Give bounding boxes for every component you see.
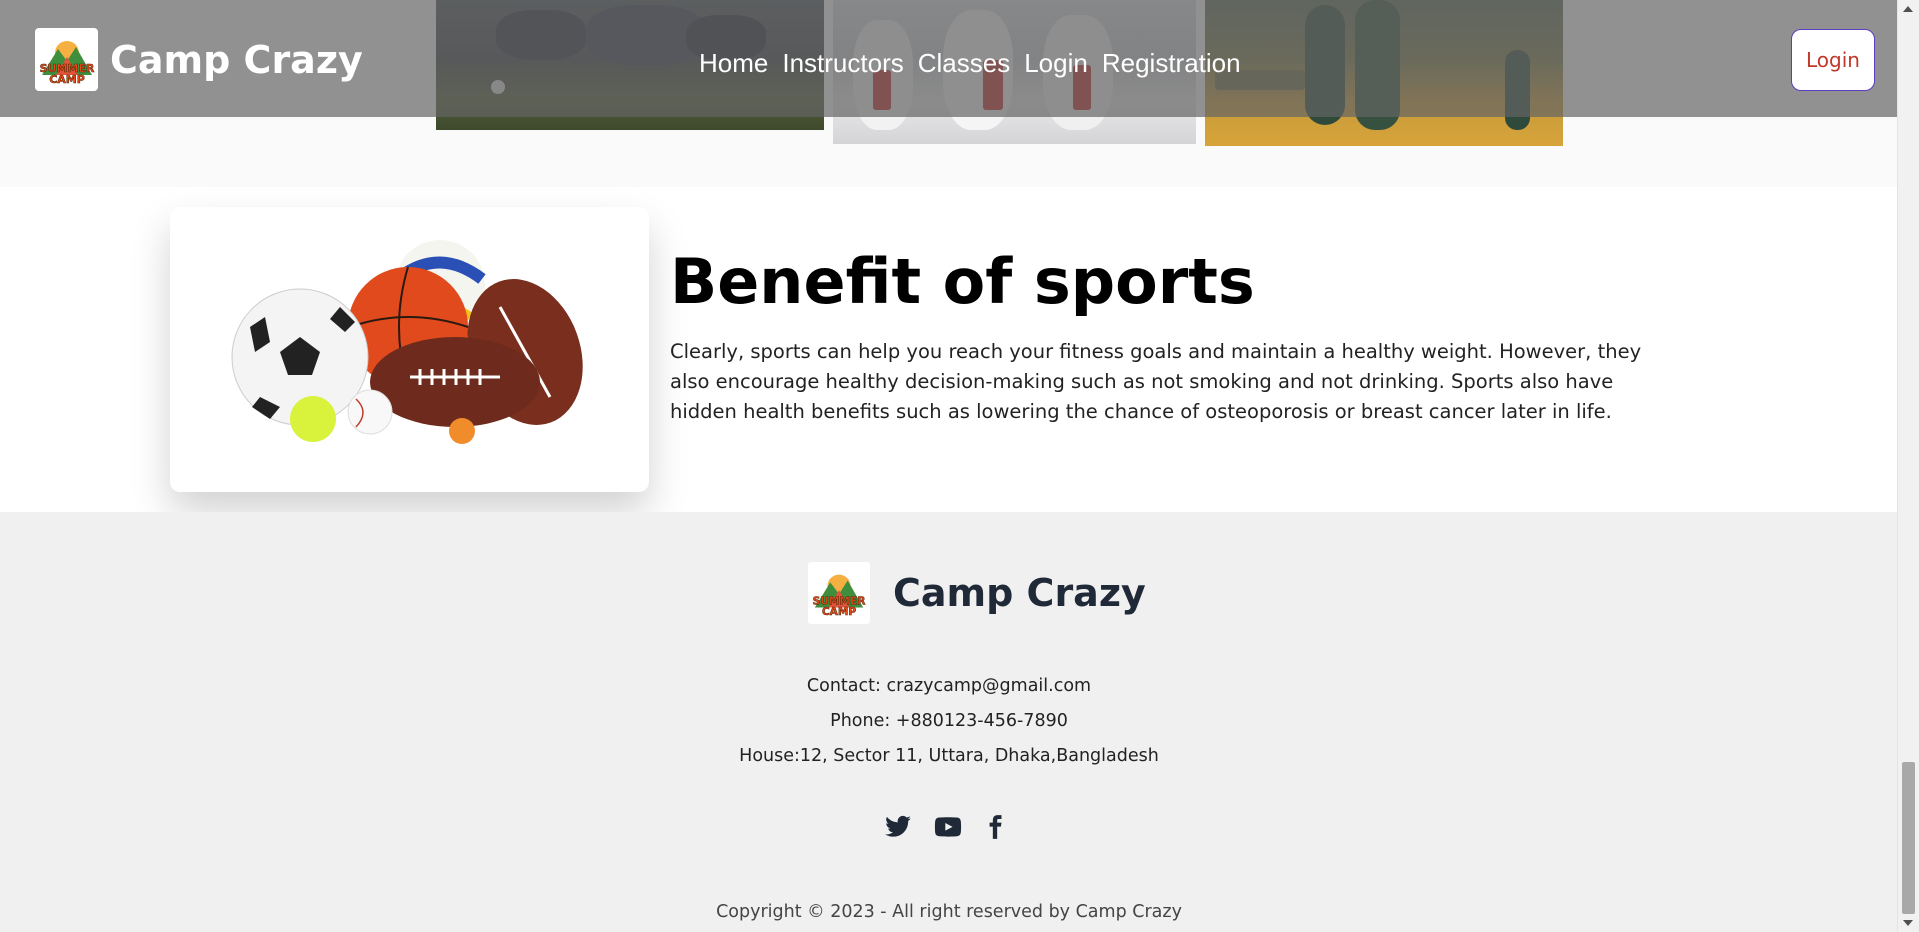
benefit-title: Benefit of sports: [670, 245, 1255, 318]
benefit-description: Clearly, sports can help you reach your …: [670, 340, 1642, 423]
copyright-text: Copyright © 2023 - All right reserved by…: [716, 902, 1182, 922]
brand[interactable]: SUMMER CAMP Camp Crazy: [35, 28, 363, 91]
nav-link-registration[interactable]: Registration: [1102, 48, 1241, 79]
navbar: SUMMER CAMP Camp Crazy Home Instructors …: [0, 0, 1898, 117]
nav-link-instructors[interactable]: Instructors: [782, 48, 903, 79]
twitter-icon[interactable]: [882, 813, 914, 845]
footer-phone: Phone: +880123-456-7890: [830, 711, 1068, 731]
svg-text:CAMP: CAMP: [822, 605, 857, 618]
footer-address: House:12, Sector 11, Uttara, Dhaka,Bangl…: [739, 746, 1159, 766]
brand-name: Camp Crazy: [110, 37, 363, 82]
scroll-down-arrow-icon[interactable]: [1903, 920, 1913, 926]
nav-link-home[interactable]: Home: [699, 48, 768, 79]
social-links: [882, 812, 1008, 846]
benefit-section: Benefit of sports Clearly, sports can he…: [0, 187, 1898, 512]
youtube-icon[interactable]: [932, 813, 964, 845]
footer-brand: SUMMER CAMP Camp Crazy: [808, 562, 1146, 624]
footer-contact: Contact: crazycamp@gmail.com: [806, 676, 1092, 696]
sports-balls-image: [231, 240, 583, 444]
main-nav: Home Instructors Classes Login Registrat…: [699, 48, 1255, 79]
login-button[interactable]: Login: [1791, 29, 1875, 91]
svg-text:CAMP: CAMP: [49, 73, 85, 86]
scrollbar-thumb[interactable]: [1902, 762, 1915, 914]
scroll-up-arrow-icon[interactable]: [1903, 6, 1913, 12]
footer-brand-name: Camp Crazy: [893, 571, 1146, 615]
footer-camp-logo: SUMMER CAMP: [808, 562, 870, 624]
nav-link-login[interactable]: Login: [1024, 48, 1088, 79]
footer: SUMMER CAMP Camp Crazy Contact: crazycam…: [0, 512, 1898, 932]
page-scrollbar[interactable]: [1897, 0, 1919, 932]
facebook-icon[interactable]: [982, 812, 1008, 846]
camp-logo: SUMMER CAMP: [35, 28, 98, 91]
sports-balls-image-card: [170, 207, 649, 492]
nav-link-classes[interactable]: Classes: [918, 48, 1010, 79]
